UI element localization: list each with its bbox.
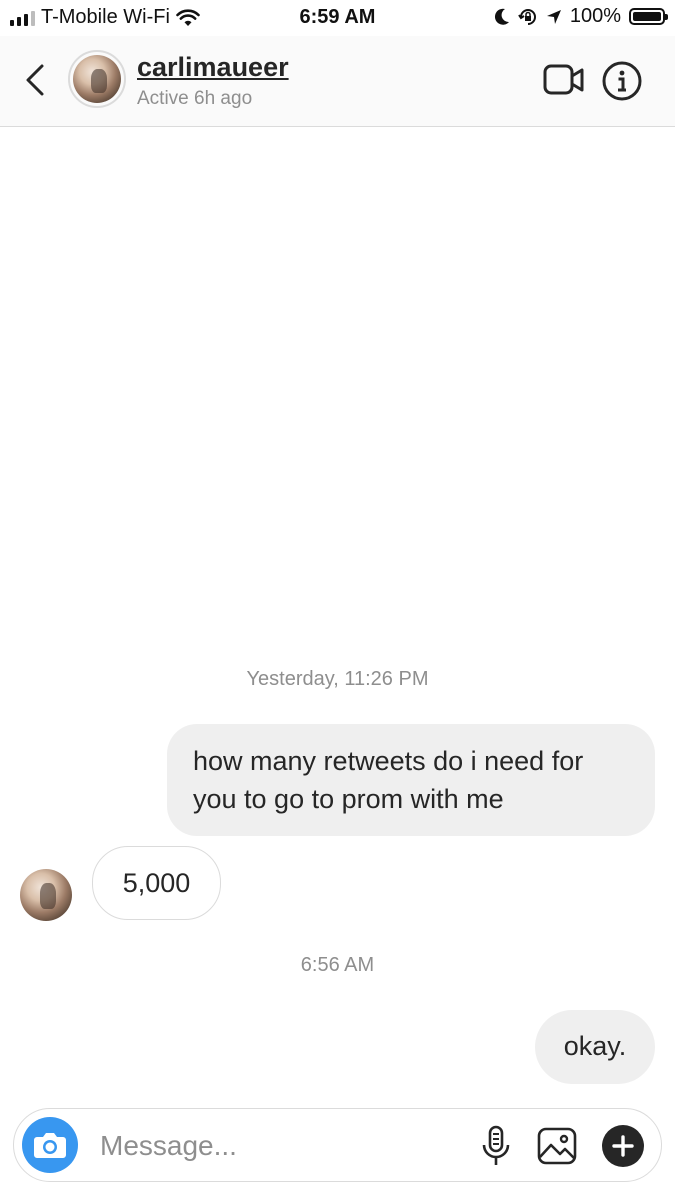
camera-icon [34,1133,66,1158]
back-chevron-icon [26,64,44,96]
info-button[interactable] [601,60,643,102]
more-options-button[interactable] [602,1125,644,1167]
moon-icon [494,8,509,25]
sent-message-bubble-okay[interactable]: okay. [535,1010,655,1084]
orientation-lock-icon [518,8,536,25]
voice-message-button[interactable] [480,1125,512,1167]
message-input[interactable] [98,1123,472,1169]
plus-icon [612,1135,634,1157]
sender-avatar[interactable] [20,869,72,921]
sent-message-bubble[interactable]: how many retweets do i need for you to g… [167,724,655,836]
camera-button[interactable] [22,1117,78,1173]
video-call-icon [543,64,584,95]
gallery-button[interactable] [536,1126,578,1166]
battery-percent: 100% [569,5,621,27]
avatar-image [73,55,121,103]
username[interactable]: carlimaueer [137,52,289,83]
microphone-icon [482,1125,510,1165]
timestamp-yesterday: Yesterday, 11:26 PM [246,668,429,690]
avatar[interactable] [68,50,126,108]
active-status: Active 6h ago [137,88,253,109]
status-bar-right: 100% [494,5,668,28]
video-call-button[interactable] [543,62,585,98]
timestamp-today: 6:56 AM [300,954,375,976]
received-message-bubble[interactable]: 5,000 [92,846,221,920]
message-composer [13,1108,662,1182]
chat-header: carlimaueer Active 6h ago [0,36,675,127]
status-bar: T-Mobile Wi-Fi 6:59 AM 100% [0,0,675,36]
info-icon [602,61,642,101]
back-button[interactable] [20,58,50,102]
location-arrow-icon [546,9,561,24]
gallery-icon [537,1127,577,1165]
battery-icon [629,8,668,25]
